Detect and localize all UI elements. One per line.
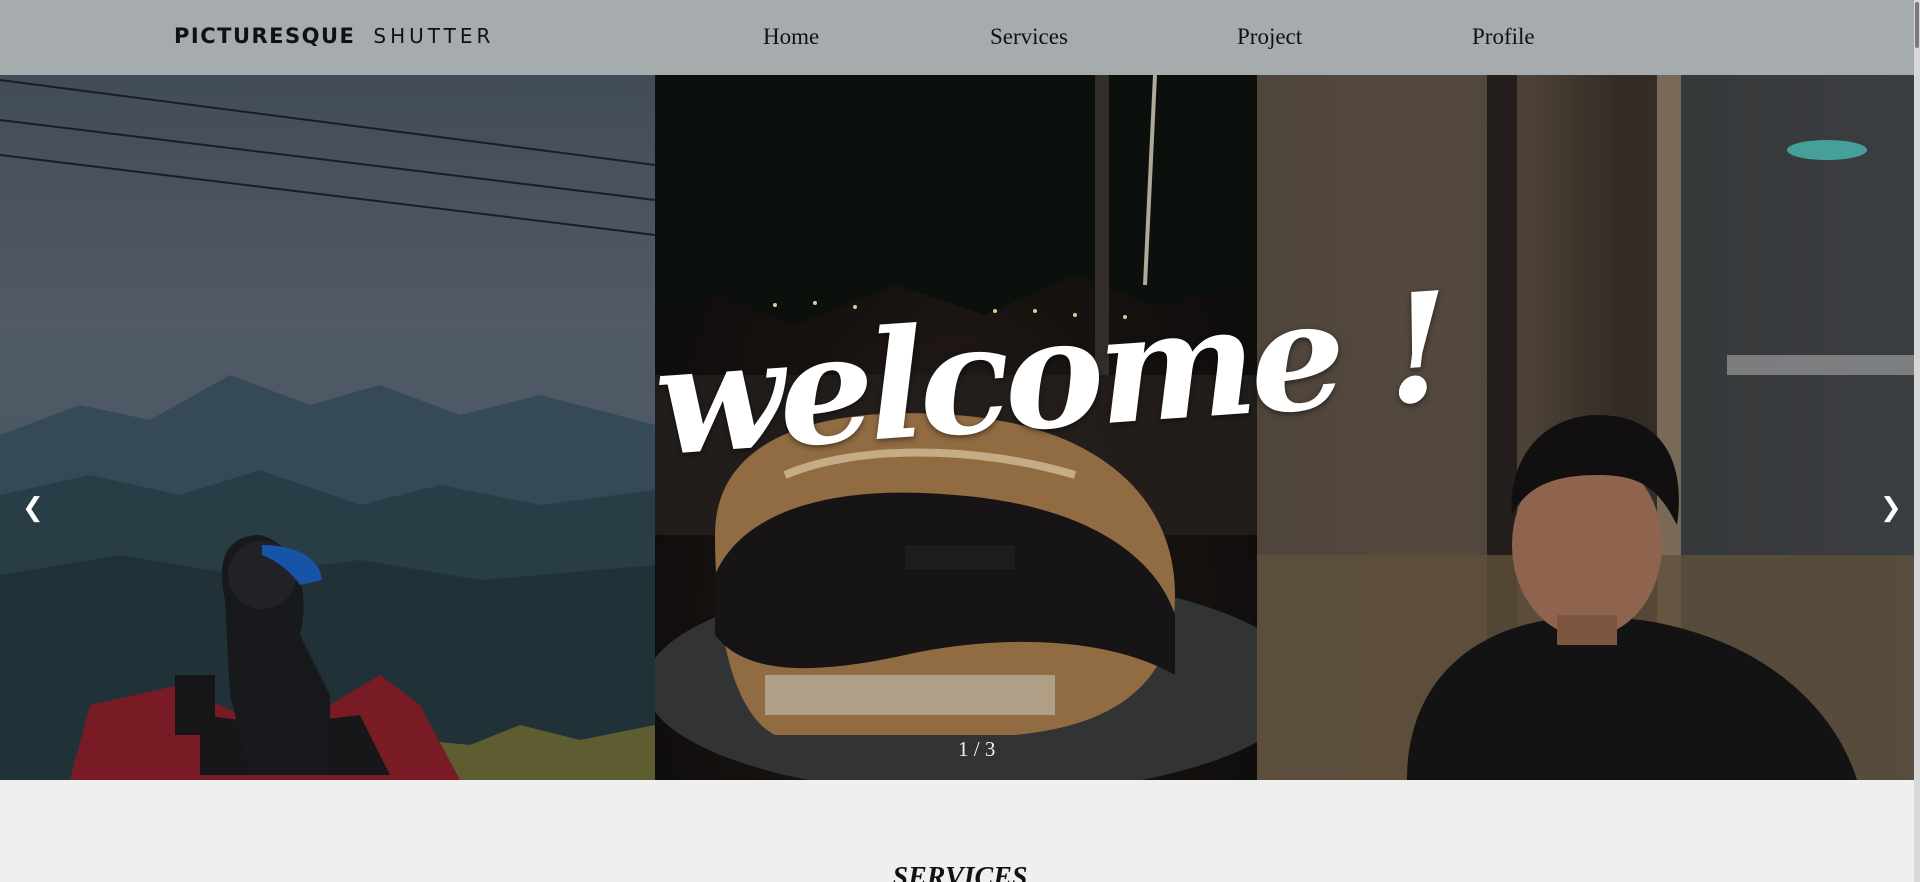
- slide-counter: 1 / 3: [958, 737, 996, 761]
- nav-services-link[interactable]: Services: [990, 24, 1068, 50]
- slide-prev-button[interactable]: ❮: [22, 493, 44, 523]
- brand-main: PICTURESQUE: [174, 24, 356, 48]
- slide-next-button[interactable]: ❯: [1880, 493, 1902, 523]
- nav-profile-link[interactable]: Profile: [1472, 24, 1535, 50]
- brand-logo[interactable]: PICTURESQUE SHUTTER: [174, 24, 494, 48]
- hero-slideshow: welcome ! ❮ ❯ 1 / 3: [0, 75, 1920, 780]
- navbar: PICTURESQUE SHUTTER Home Services Projec…: [0, 0, 1920, 75]
- services-heading: SERVICES: [892, 862, 1028, 882]
- nav-home-link[interactable]: Home: [763, 24, 819, 50]
- welcome-heading: welcome !: [649, 259, 1452, 491]
- page-scrollbar[interactable]: [1914, 0, 1920, 882]
- page: PICTURESQUE SHUTTER Home Services Projec…: [0, 0, 1920, 882]
- nav-project-link[interactable]: Project: [1237, 24, 1302, 50]
- brand-sub: SHUTTER: [373, 24, 495, 48]
- scrollbar-thumb[interactable]: [1915, 2, 1919, 48]
